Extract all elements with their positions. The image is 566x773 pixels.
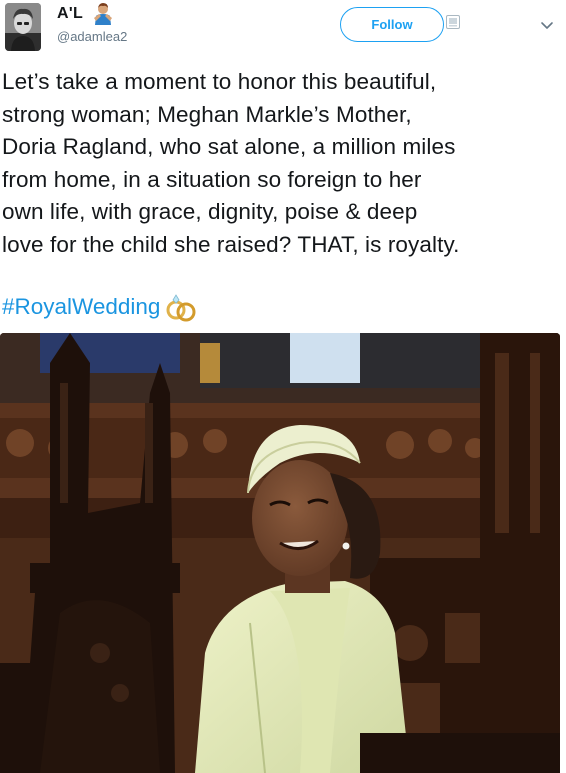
tweet-text-line: own life, with grace, dignity, poise & d… bbox=[2, 199, 418, 224]
hashtag-row: #RoyalWedding bbox=[2, 290, 199, 324]
tweet-text-line: Doria Ragland, who sat alone, a million … bbox=[2, 134, 456, 159]
tweet-photo[interactable] bbox=[0, 333, 560, 773]
tweet-text-line: from home, in a situation so foreign to … bbox=[2, 166, 422, 192]
chevron-down-icon[interactable] bbox=[540, 18, 554, 29]
tweet-header: A'L @adamlea2 Follow bbox=[0, 0, 566, 60]
wedding-rings-icon bbox=[163, 290, 199, 324]
author-handle[interactable]: @adamlea2 bbox=[57, 29, 127, 44]
hashtag-link[interactable]: #RoyalWedding bbox=[2, 294, 160, 320]
tweet-text-line: strong woman; Meghan Markle’s Mother, bbox=[2, 101, 412, 127]
follow-extra-icon[interactable] bbox=[446, 15, 460, 29]
tweet-text-line: Let’s take a moment to honor this beauti… bbox=[2, 69, 437, 94]
tweet-text: Let’s take a moment to honor this beauti… bbox=[2, 66, 562, 261]
avatar[interactable] bbox=[5, 3, 41, 51]
man-gesturing-emoji-icon bbox=[93, 3, 113, 25]
author-name[interactable]: A'L bbox=[57, 5, 83, 23]
tweet-text-line: love for the child she raised? THAT, is … bbox=[2, 231, 460, 257]
follow-button[interactable]: Follow bbox=[340, 7, 444, 42]
